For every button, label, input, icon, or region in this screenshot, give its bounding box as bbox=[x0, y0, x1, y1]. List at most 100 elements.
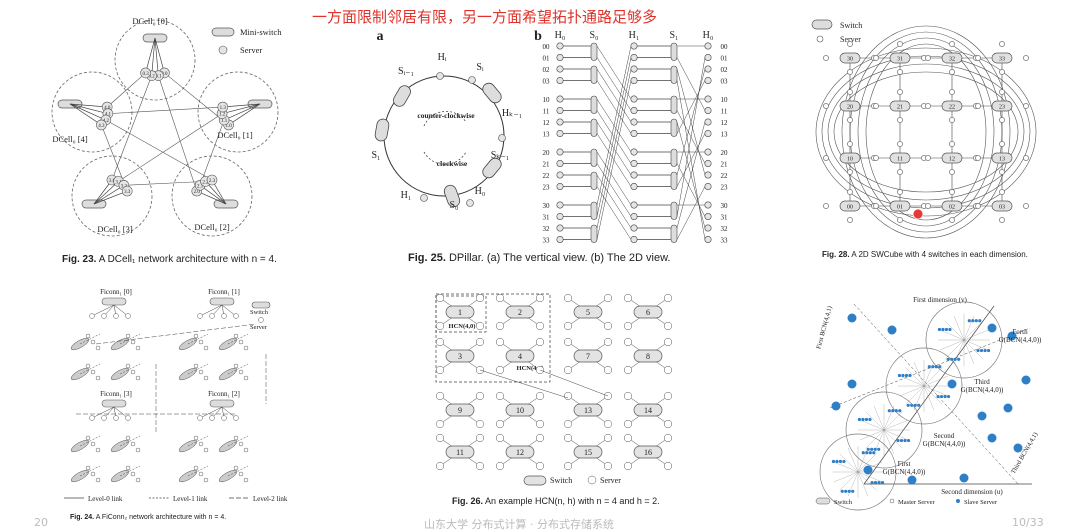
ficonn-group-label: Ficonn₁ [3] bbox=[100, 390, 132, 398]
hcn-server-icon bbox=[435, 391, 445, 401]
ficonn-server-icon bbox=[221, 415, 227, 421]
swcube-switch-label: 00 bbox=[847, 205, 853, 211]
dpillar-grid-server bbox=[556, 236, 564, 244]
server-label: 1.2 bbox=[219, 113, 226, 118]
bcn-slave-server-icon bbox=[931, 365, 935, 369]
dpillar-grid-server bbox=[704, 201, 712, 209]
hcn-server-icon bbox=[623, 337, 633, 347]
legend-server-icon bbox=[258, 317, 264, 323]
bcn-slave-server-icon bbox=[897, 373, 902, 378]
swcube-server-icon bbox=[999, 141, 1005, 147]
swcube-server-icon bbox=[949, 169, 955, 175]
dpillar-grid-server bbox=[556, 171, 564, 179]
dpillar-grid-server bbox=[630, 224, 638, 232]
ficonn-server-icon bbox=[95, 345, 101, 351]
dpillar-grid-server bbox=[704, 236, 712, 244]
bcn-slave-server-icon bbox=[857, 417, 862, 422]
dcell-svg: 0.00.10.20.3DCell₀ [0]1.01.11.21.3DCell₀… bbox=[51, 16, 282, 237]
swcube-server-icon bbox=[823, 203, 829, 209]
ficonn-server-icon bbox=[135, 375, 141, 381]
bcn-inner-link bbox=[963, 321, 983, 341]
dpillar-grid-server bbox=[556, 148, 564, 156]
hcn-server-icon bbox=[535, 293, 545, 303]
bcn-slave-server-icon bbox=[907, 475, 917, 485]
dcell-diagram: 0.0 0.1 0.2 0.3 DCell₀ [0] 1.0 1.1 1.2 1.3 DCell₀… bbox=[40, 12, 310, 242]
server-label: 0.3 bbox=[142, 72, 149, 77]
dpillar-grid-server bbox=[630, 42, 638, 50]
hcn-server-icon bbox=[495, 321, 505, 331]
swcube-server-icon bbox=[1023, 203, 1029, 209]
swcube-server-icon bbox=[847, 189, 853, 195]
bcn-slave-server-icon bbox=[887, 325, 897, 335]
ficonn-legend-label: Level-0 link bbox=[88, 495, 123, 503]
dpillar-grid-server bbox=[556, 160, 564, 168]
hcn-server-icon bbox=[535, 337, 545, 347]
ficonn-server-icon bbox=[135, 345, 141, 351]
swcube-server-icon bbox=[949, 189, 955, 195]
swcube-server-icon bbox=[823, 103, 829, 109]
bcn-slave-server-icon bbox=[946, 357, 950, 361]
ficonn-server-icon bbox=[238, 369, 244, 375]
hcn-switch-label: 6 bbox=[646, 308, 650, 317]
swcube-server-icon bbox=[897, 141, 903, 147]
bcn-third-label: Third BCN(4,4,1) bbox=[1010, 431, 1039, 475]
dcell-level0-link bbox=[69, 103, 102, 126]
ficonn-server-icon bbox=[243, 447, 249, 453]
bcn-inner-link bbox=[839, 471, 859, 491]
ficonn-server-icon bbox=[221, 313, 227, 319]
ficonn-server-icon bbox=[203, 345, 209, 351]
ficonn-server-icon bbox=[101, 415, 107, 421]
bcn-slave-server-icon bbox=[870, 447, 874, 451]
swcube-server-icon bbox=[847, 41, 853, 47]
hcn-switch-label: 15 bbox=[584, 448, 592, 457]
swcube-server-icon bbox=[999, 89, 1005, 95]
bcn-group-label: Third bbox=[974, 378, 990, 386]
dpillar-column-header: S₁ bbox=[669, 30, 678, 41]
swcube-server-icon bbox=[847, 117, 853, 123]
swcube-server-icon bbox=[925, 55, 931, 61]
dpillar-grid-server bbox=[630, 213, 638, 221]
bcn-slave-server-icon bbox=[847, 379, 857, 389]
dpillar-row-label: 23 bbox=[543, 184, 551, 192]
hcn-server-icon bbox=[563, 391, 573, 401]
bcn-slave-server-icon bbox=[948, 327, 952, 332]
hcn-server-icon bbox=[663, 321, 673, 331]
dpillar-cross-link bbox=[596, 174, 632, 229]
ficonn-server-icon bbox=[233, 415, 239, 421]
swcube-server-icon bbox=[999, 189, 1005, 195]
server-label: 1.3 bbox=[220, 106, 227, 111]
dpillar-grid-server bbox=[556, 53, 564, 61]
ficonn-server-icon bbox=[125, 363, 131, 369]
dpillar-grid-server bbox=[556, 95, 564, 103]
hcn-server-icon bbox=[495, 337, 505, 347]
dpillar-row-label: 10 bbox=[721, 96, 729, 104]
dpillar-cross-link bbox=[676, 80, 706, 134]
dpillar-grid-switch bbox=[670, 42, 678, 61]
dcell-caption-num: Fig. 23. bbox=[62, 254, 97, 265]
bcn-slave-server-icon bbox=[870, 480, 874, 485]
ficonn-server-icon bbox=[193, 333, 199, 339]
ficonn-server-icon bbox=[125, 333, 131, 339]
bcn-slave-server-icon bbox=[891, 409, 895, 413]
swcube-server-icon bbox=[949, 141, 955, 147]
dpillar-column-header: H₀ bbox=[555, 30, 566, 41]
ficonn-server-icon bbox=[233, 465, 239, 471]
hcn-server-icon bbox=[663, 365, 673, 375]
swcube-server-icon bbox=[847, 141, 853, 147]
dpillar-grid-server bbox=[556, 201, 564, 209]
server-label: 2.0 bbox=[194, 190, 201, 195]
bcn-slave-server-icon bbox=[906, 403, 910, 407]
hcn-server-icon bbox=[603, 293, 613, 303]
dpillar-grid-server bbox=[704, 224, 712, 232]
ficonn-group-label: Ficonn₁ [0] bbox=[100, 288, 132, 296]
bcn-slave-server-icon bbox=[847, 313, 857, 323]
bcn-axis-v bbox=[863, 305, 995, 485]
ficonn-server-icon bbox=[130, 471, 136, 477]
ficonn-switch-icon bbox=[209, 297, 235, 306]
bcn-slave-server-icon bbox=[934, 365, 938, 369]
dpillar-grid-server bbox=[630, 130, 638, 138]
hcn-server-icon bbox=[475, 321, 485, 331]
bcn-slave-server-icon bbox=[865, 451, 869, 455]
dpillar-row-label: 32 bbox=[721, 225, 729, 233]
bcn-inner-link bbox=[865, 411, 885, 431]
